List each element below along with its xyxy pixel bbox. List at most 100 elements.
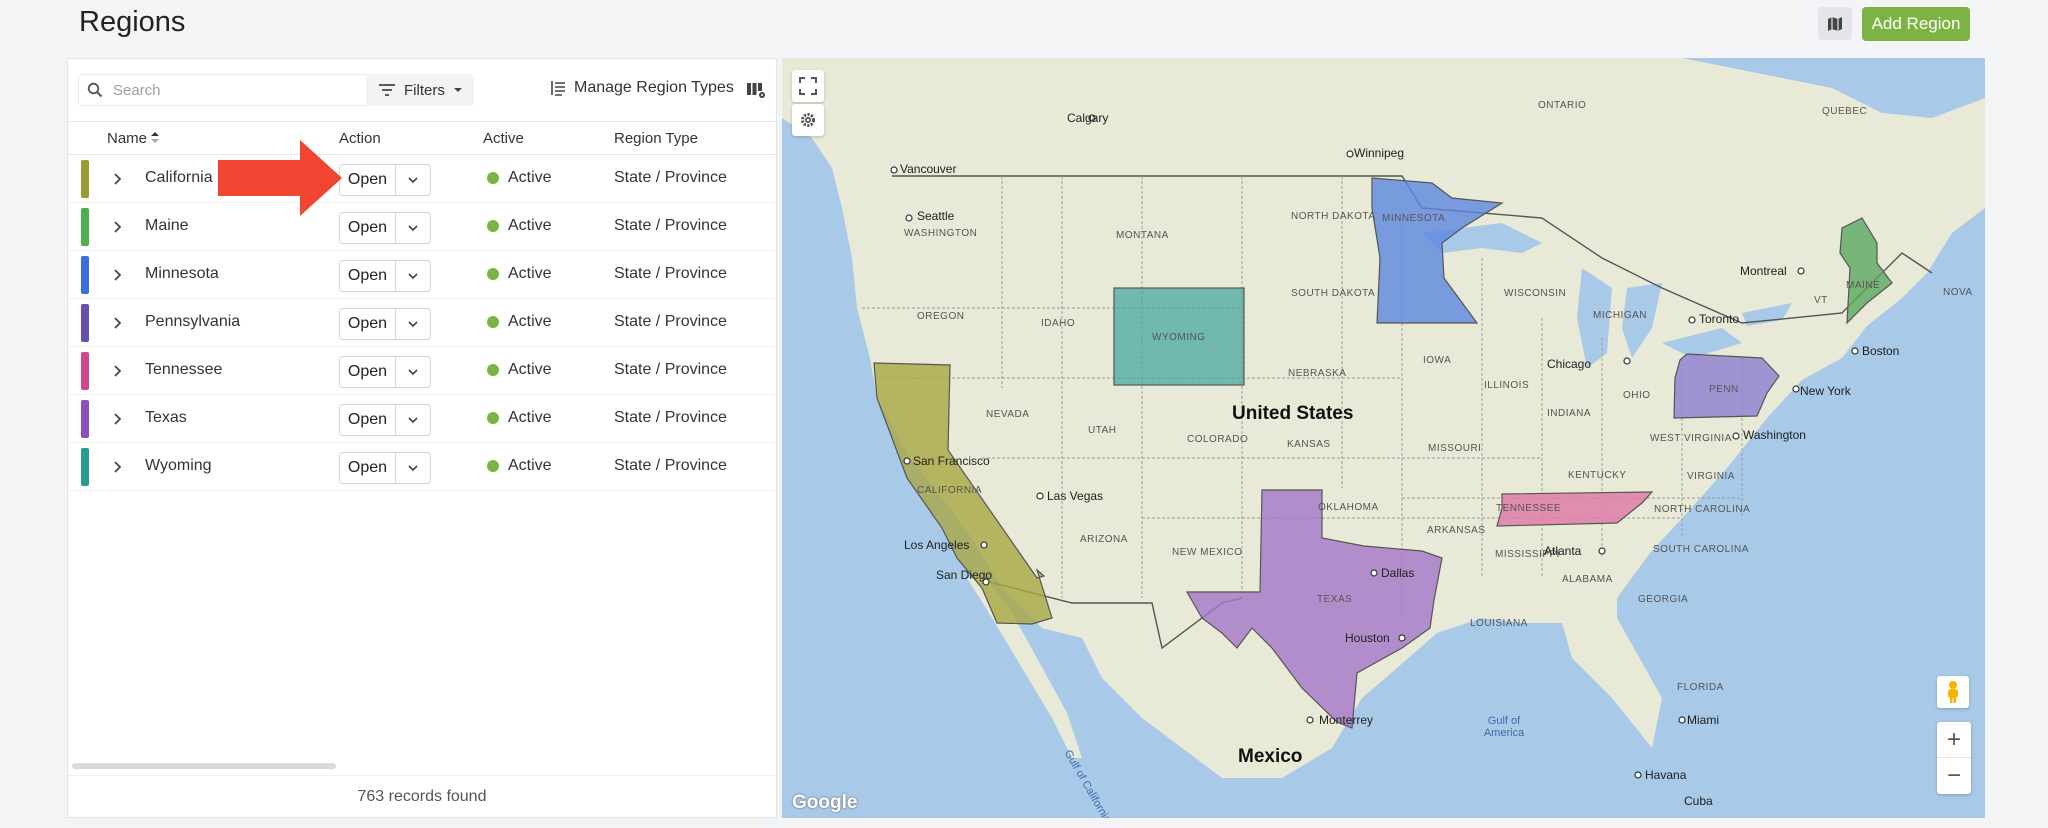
- map-view-toggle[interactable]: [1818, 7, 1852, 40]
- map-view[interactable]: + − United States Mexico CALIFORNIA WYOM…: [782, 58, 1985, 818]
- add-region-button[interactable]: Add Region: [1862, 7, 1970, 41]
- open-menu-button[interactable]: [396, 405, 430, 435]
- city-label: Calgary: [1067, 111, 1109, 125]
- open-button[interactable]: Open: [340, 165, 396, 195]
- status-badge: Active: [487, 217, 552, 235]
- chevron-right-icon[interactable]: [108, 169, 128, 189]
- status-badge: Active: [487, 361, 552, 379]
- region-label-wyoming: WYOMING: [1152, 332, 1206, 343]
- table-row[interactable]: Wyoming Open Active State / Province: [68, 443, 776, 491]
- country-label-usa: United States: [1232, 403, 1354, 424]
- table-row[interactable]: Tennessee Open Active State / Province: [68, 347, 776, 395]
- table-row[interactable]: California Open Active State / Province: [68, 155, 776, 203]
- header-action: Action: [339, 130, 381, 147]
- fullscreen-button[interactable]: [792, 70, 824, 102]
- street-view-pegman[interactable]: [1937, 676, 1969, 708]
- open-button[interactable]: Open: [340, 453, 396, 483]
- state-label: UTAH: [1088, 425, 1117, 436]
- search-input[interactable]: [113, 81, 393, 99]
- table-header: Name Action Active Region Type: [68, 121, 776, 155]
- region-name[interactable]: Tennessee: [145, 361, 222, 379]
- chevron-right-icon[interactable]: [108, 361, 128, 381]
- map-settings-button[interactable]: [792, 104, 824, 136]
- status-label: Active: [508, 457, 552, 474]
- state-label: WEST VIRGINIA: [1650, 433, 1732, 444]
- zoom-in-button[interactable]: +: [1937, 722, 1971, 758]
- table-row[interactable]: Minnesota Open Active State / Province: [68, 251, 776, 299]
- status-dot: [487, 460, 499, 472]
- open-button[interactable]: Open: [340, 357, 396, 387]
- region-name[interactable]: California: [145, 169, 213, 187]
- manage-region-types-label: Manage Region Types: [574, 79, 734, 96]
- status-dot: [487, 316, 499, 328]
- header-active[interactable]: Active: [483, 130, 524, 147]
- chevron-right-icon[interactable]: [108, 313, 128, 333]
- header-region-type[interactable]: Region Type: [614, 130, 698, 147]
- open-menu-button[interactable]: [396, 357, 430, 387]
- column-settings-icon[interactable]: [746, 80, 766, 100]
- open-button[interactable]: Open: [340, 405, 396, 435]
- state-label: MICHIGAN: [1593, 310, 1647, 321]
- open-button[interactable]: Open: [340, 261, 396, 291]
- chevron-right-icon[interactable]: [108, 457, 128, 477]
- city-label: Toronto: [1699, 312, 1740, 326]
- status-label: Active: [508, 313, 552, 330]
- status-badge: Active: [487, 409, 552, 427]
- open-split-button: Open: [339, 404, 431, 436]
- open-menu-button[interactable]: [396, 309, 430, 339]
- open-menu-button[interactable]: [396, 165, 430, 195]
- sort-icon: [151, 132, 160, 143]
- status-badge: Active: [487, 457, 552, 475]
- region-color-bar: [81, 304, 89, 342]
- state-label: SOUTH DAKOTA: [1291, 288, 1376, 299]
- horizontal-scrollbar[interactable]: [72, 763, 336, 769]
- state-label: OREGON: [917, 311, 965, 322]
- open-split-button: Open: [339, 356, 431, 388]
- city-label: Winnipeg: [1354, 146, 1405, 160]
- zoom-out-button[interactable]: −: [1937, 758, 1971, 794]
- state-label: ILLINOIS: [1484, 380, 1530, 391]
- open-menu-button[interactable]: [396, 453, 430, 483]
- city-label: Dallas: [1381, 566, 1415, 580]
- chevron-right-icon[interactable]: [108, 217, 128, 237]
- region-label-california: CALIFORNIA: [917, 485, 983, 496]
- state-label: IOWA: [1423, 355, 1452, 366]
- manage-region-types-button[interactable]: Manage Region Types: [550, 79, 734, 97]
- open-menu-button[interactable]: [396, 261, 430, 291]
- chevron-right-icon[interactable]: [108, 409, 128, 429]
- state-label: KANSAS: [1287, 439, 1331, 450]
- region-name[interactable]: Minnesota: [145, 265, 219, 283]
- state-label: NORTH DAKOTA: [1291, 211, 1376, 222]
- region-type: State / Province: [614, 457, 727, 474]
- open-split-button: Open: [339, 212, 431, 244]
- region-name[interactable]: Maine: [145, 217, 189, 235]
- table-row[interactable]: Texas Open Active State / Province: [68, 395, 776, 443]
- state-label: WISCONSIN: [1504, 288, 1567, 299]
- region-name[interactable]: Texas: [145, 409, 187, 427]
- region-name[interactable]: Wyoming: [145, 457, 212, 475]
- region-color-bar: [81, 256, 89, 294]
- filters-button[interactable]: Filters: [366, 74, 474, 106]
- state-label: GEORGIA: [1638, 594, 1689, 605]
- region-type: State / Province: [614, 217, 727, 234]
- status-badge: Active: [487, 265, 552, 283]
- state-label: COLORADO: [1187, 434, 1249, 445]
- state-label: IDAHO: [1041, 318, 1076, 329]
- status-label: Active: [508, 361, 552, 378]
- city-label: Houston: [1345, 631, 1390, 645]
- state-label: MONTANA: [1116, 230, 1169, 241]
- open-menu-button[interactable]: [396, 213, 430, 243]
- state-label: ONTARIO: [1538, 100, 1587, 111]
- table-row[interactable]: Pennsylvania Open Active State / Province: [68, 299, 776, 347]
- status-dot: [487, 364, 499, 376]
- header-name[interactable]: Name: [107, 130, 160, 147]
- chevron-right-icon[interactable]: [108, 265, 128, 285]
- water-label: Gulf of America: [1483, 715, 1525, 739]
- region-name[interactable]: Pennsylvania: [145, 313, 240, 331]
- open-button[interactable]: Open: [340, 213, 396, 243]
- table-row[interactable]: Maine Open Active State / Province: [68, 203, 776, 251]
- chevron-down-icon: [408, 417, 418, 424]
- state-label: NORTH CAROLINA: [1654, 504, 1751, 515]
- open-button[interactable]: Open: [340, 309, 396, 339]
- region-type: State / Province: [614, 169, 727, 186]
